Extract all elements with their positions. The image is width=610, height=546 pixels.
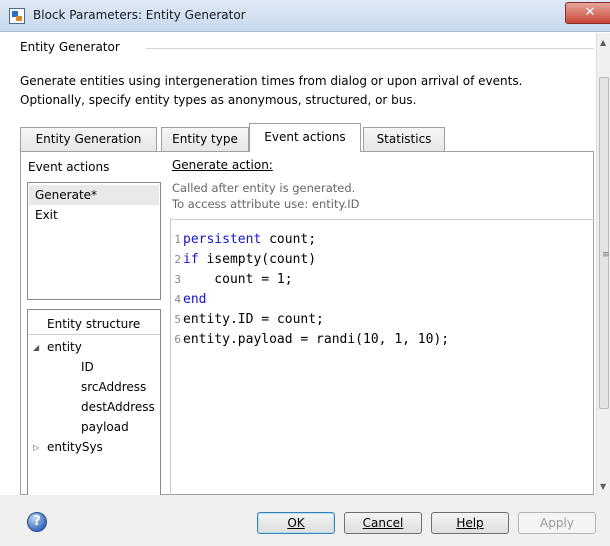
grip-icon: ≡ bbox=[602, 250, 610, 260]
code-line[interactable]: 4 end bbox=[171, 290, 206, 310]
code-text: entity.payload = randi(10, 1, 10); bbox=[183, 332, 450, 347]
scroll-down-icon[interactable]: ▼ bbox=[600, 482, 606, 491]
tree-item-srcaddress[interactable]: srcAddress bbox=[81, 380, 146, 394]
line-number: 5 bbox=[174, 313, 181, 326]
tab-statistics[interactable]: Statistics bbox=[363, 127, 445, 151]
code-line[interactable]: 5 entity.ID = count; bbox=[171, 310, 324, 330]
button-bar: ? OK Cancel Help Apply bbox=[0, 495, 610, 546]
line-number: 6 bbox=[174, 333, 181, 346]
code-text: count; bbox=[261, 232, 317, 247]
description-line: Optionally, specify entity types as anon… bbox=[20, 93, 417, 107]
tree-item-payload[interactable]: payload bbox=[81, 420, 129, 434]
event-actions-list[interactable]: Generate* Exit bbox=[27, 182, 161, 300]
hint-line: Called after entity is generated. bbox=[172, 181, 356, 195]
tab-event-actions[interactable]: Event actions bbox=[249, 123, 361, 152]
entity-structure-panel: Entity structure ◢ entity ID srcAddress … bbox=[27, 309, 161, 495]
group-divider bbox=[146, 48, 594, 49]
code-keyword: persistent bbox=[183, 232, 262, 247]
line-number: 1 bbox=[174, 233, 181, 246]
event-actions-panel: Event actions Generate* Exit Entity stru… bbox=[20, 151, 595, 496]
help-icon[interactable]: ? bbox=[27, 512, 47, 532]
code-text: entity.ID = count; bbox=[183, 312, 324, 327]
tree-item-destaddress[interactable]: destAddress bbox=[81, 400, 155, 414]
code-line[interactable]: 1 persistent count; bbox=[171, 230, 316, 250]
entity-structure-title: Entity structure bbox=[47, 317, 141, 331]
generate-action-title: Generate action: bbox=[172, 158, 273, 172]
vertical-scrollbar[interactable]: ▲ ≡ ▼ bbox=[596, 33, 610, 495]
apply-label: Apply bbox=[540, 516, 574, 530]
structure-divider bbox=[28, 334, 160, 335]
cancel-button[interactable]: Cancel bbox=[344, 512, 422, 534]
event-actions-title: Event actions bbox=[28, 160, 110, 174]
scroll-up-icon[interactable]: ▲ bbox=[600, 38, 606, 47]
code-line[interactable]: 6 entity.payload = randi(10, 1, 10); bbox=[171, 330, 449, 350]
tab-entity-type[interactable]: Entity type bbox=[161, 127, 249, 151]
code-line[interactable]: 2 if isempty(count) bbox=[171, 250, 316, 270]
scrollbar-thumb[interactable]: ≡ bbox=[599, 77, 610, 409]
dialog-window: Block Parameters: Entity Generator ✕ ▲ ≡… bbox=[0, 0, 610, 546]
block-description: Generate entities using intergeneration … bbox=[20, 72, 522, 110]
code-keyword: if bbox=[183, 252, 199, 267]
cancel-label: Cancel bbox=[362, 516, 404, 530]
tree-item-entity[interactable]: entity bbox=[47, 340, 82, 354]
line-number: 4 bbox=[174, 293, 181, 306]
hint-divider bbox=[170, 219, 595, 220]
ok-label: OK bbox=[287, 516, 305, 530]
group-label: Entity Generator bbox=[20, 40, 120, 54]
description-line: Generate entities using intergeneration … bbox=[20, 74, 523, 88]
editor-hint: Called after entity is generated. To acc… bbox=[172, 180, 360, 212]
expanded-arrow-icon[interactable]: ◢ bbox=[33, 343, 39, 352]
tab-entity-generation[interactable]: Entity Generation bbox=[20, 127, 157, 151]
close-button[interactable]: ✕ bbox=[565, 2, 610, 24]
code-text: count = 1; bbox=[183, 272, 293, 287]
tree-item-entitysys[interactable]: entitySys bbox=[47, 440, 103, 454]
help-button[interactable]: Help bbox=[431, 512, 509, 534]
list-item-exit[interactable]: Exit bbox=[29, 205, 159, 225]
block-parameters-icon bbox=[9, 8, 25, 24]
window-title: Block Parameters: Entity Generator bbox=[33, 8, 246, 22]
help-label: Help bbox=[456, 516, 484, 530]
collapsed-arrow-icon[interactable]: ▷ bbox=[33, 443, 39, 452]
apply-button[interactable]: Apply bbox=[518, 512, 596, 534]
tree-item-id[interactable]: ID bbox=[81, 360, 94, 374]
list-item-generate[interactable]: Generate* bbox=[29, 185, 159, 205]
line-number: 3 bbox=[174, 273, 181, 286]
code-keyword: end bbox=[183, 292, 207, 307]
ok-button[interactable]: OK bbox=[257, 512, 335, 534]
hint-line: To access attribute use: entity.ID bbox=[172, 197, 360, 211]
code-line[interactable]: 3 count = 1; bbox=[171, 270, 293, 290]
code-text: isempty(count) bbox=[198, 252, 317, 267]
title-bar: Block Parameters: Entity Generator ✕ bbox=[0, 0, 610, 32]
line-number: 2 bbox=[174, 253, 181, 266]
